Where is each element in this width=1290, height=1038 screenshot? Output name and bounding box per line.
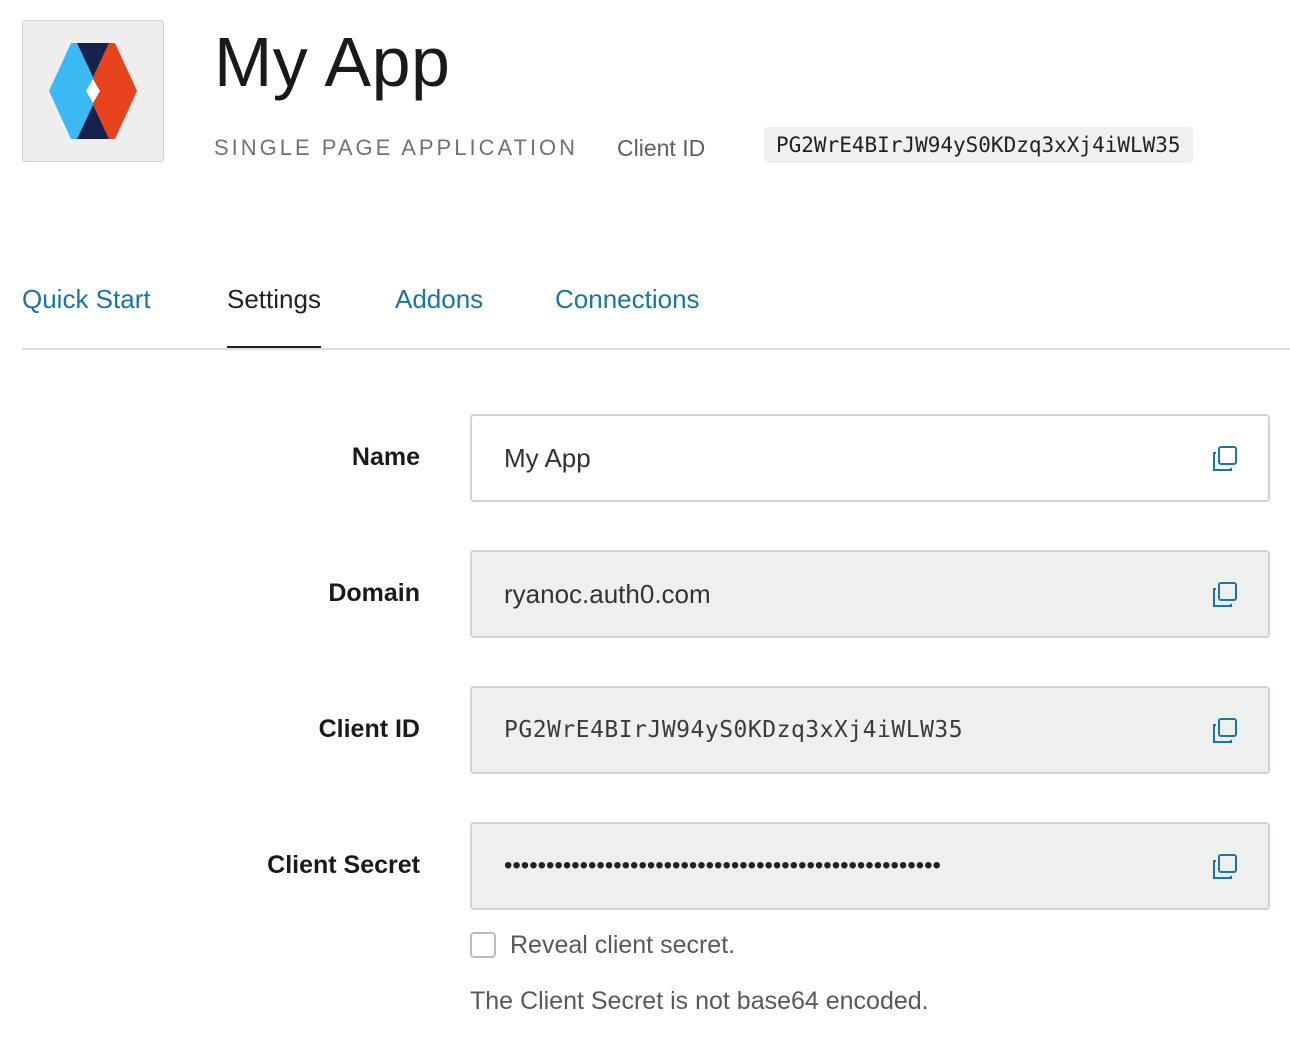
copy-icon[interactable] bbox=[1210, 852, 1240, 882]
client-id-field-box: PG2WrE4BIrJW94yS0KDzq3xXj4iWLW35 bbox=[470, 686, 1270, 774]
auth0-shield-logo-icon bbox=[49, 43, 137, 139]
header-client-id-value: PG2WrE4BIrJW94yS0KDzq3xXj4iWLW35 bbox=[764, 127, 1193, 163]
copy-icon[interactable] bbox=[1210, 580, 1240, 610]
header-client-id-label: Client ID bbox=[617, 135, 706, 161]
tab-quick-start[interactable]: Quick Start bbox=[22, 276, 151, 322]
reveal-secret-label[interactable]: Reveal client secret. bbox=[510, 930, 735, 960]
app-logo bbox=[22, 20, 164, 162]
client-secret-label: Client Secret bbox=[267, 851, 420, 879]
tab-settings[interactable]: Settings bbox=[227, 276, 321, 348]
client-secret-field-box: ••••••••••••••••••••••••••••••••••••••••… bbox=[470, 822, 1270, 910]
domain-field-box: ryanoc.auth0.com bbox=[470, 550, 1270, 638]
copy-icon[interactable] bbox=[1210, 444, 1240, 474]
copy-icon[interactable] bbox=[1210, 716, 1240, 746]
client-secret-value[interactable]: ••••••••••••••••••••••••••••••••••••••••… bbox=[504, 824, 1178, 908]
client-id-value[interactable]: PG2WrE4BIrJW94yS0KDzq3xXj4iWLW35 bbox=[504, 688, 1178, 772]
tab-connections[interactable]: Connections bbox=[555, 276, 700, 322]
app-type-label: SINGLE PAGE APPLICATION bbox=[214, 135, 579, 160]
client-id-label: Client ID bbox=[318, 715, 420, 743]
name-label: Name bbox=[351, 443, 420, 471]
name-field-box bbox=[470, 414, 1270, 502]
name-input[interactable] bbox=[504, 416, 1178, 500]
reveal-secret-checkbox[interactable] bbox=[470, 932, 496, 958]
domain-value[interactable]: ryanoc.auth0.com bbox=[504, 552, 1178, 636]
tab-bar: Quick Start Settings Addons Connections bbox=[22, 276, 1290, 350]
page-title: My App bbox=[214, 23, 451, 101]
domain-label: Domain bbox=[328, 579, 420, 607]
secret-help-text: The Client Secret is not base64 encoded. bbox=[470, 987, 929, 1015]
tab-addons[interactable]: Addons bbox=[395, 276, 483, 322]
